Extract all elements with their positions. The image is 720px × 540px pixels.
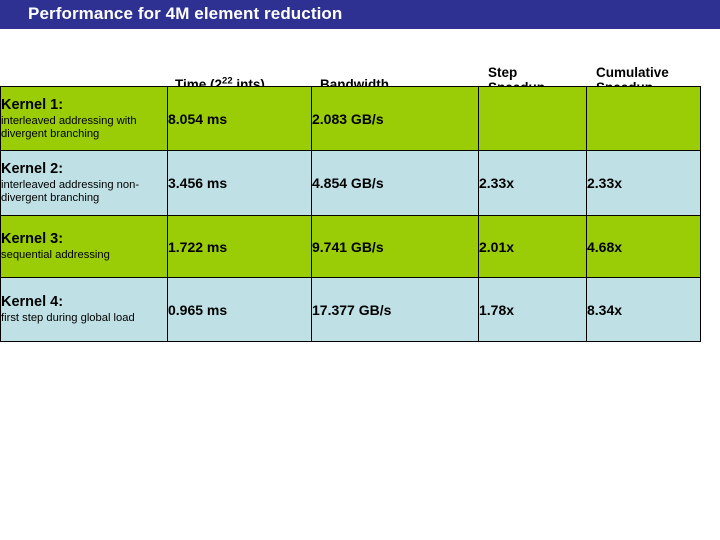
cell-bandwidth: 17.377 GB/s xyxy=(311,277,479,342)
performance-table: Kernel 1: interleaved addressing with di… xyxy=(0,86,701,342)
column-header-step-speedup-line1: Step xyxy=(488,65,518,80)
cell-kernel: Kernel 3: sequential addressing xyxy=(0,215,168,278)
kernel-description: interleaved addressing with divergent br… xyxy=(1,114,137,140)
cell-cumulative-speedup: 2.33x xyxy=(586,150,701,216)
cell-step-speedup: 2.33x xyxy=(478,150,587,216)
table-row: Kernel 2: interleaved addressing non-div… xyxy=(0,150,701,216)
cell-step-speedup: 2.01x xyxy=(478,215,587,278)
table-row: Kernel 4: first step during global load … xyxy=(0,277,701,342)
table-row: Kernel 3: sequential addressing 1.722 ms… xyxy=(0,215,701,278)
kernel-title: Kernel 2: xyxy=(1,161,64,177)
kernel-title: Kernel 4: xyxy=(1,294,64,310)
cell-time: 3.456 ms xyxy=(167,150,312,216)
cell-step-speedup xyxy=(478,86,587,151)
slide-title-bar: Performance for 4M element reduction xyxy=(0,0,720,29)
cell-kernel: Kernel 1: interleaved addressing with di… xyxy=(0,86,168,151)
column-header-time-exponent: 22 xyxy=(222,75,233,87)
column-header-cumulative-speedup-line1: Cumulative xyxy=(596,65,669,80)
cell-cumulative-speedup: 8.34x xyxy=(586,277,701,342)
cell-time: 0.965 ms xyxy=(167,277,312,342)
kernel-title: Kernel 3: xyxy=(1,231,64,247)
cell-bandwidth: 9.741 GB/s xyxy=(311,215,479,278)
cell-cumulative-speedup xyxy=(586,86,701,151)
table-row: Kernel 1: interleaved addressing with di… xyxy=(0,86,701,151)
cell-cumulative-speedup: 4.68x xyxy=(586,215,701,278)
kernel-description: sequential addressing xyxy=(1,249,110,261)
cell-time: 8.054 ms xyxy=(167,86,312,151)
page-title: Performance for 4M element reduction xyxy=(28,4,343,23)
cell-kernel: Kernel 2: interleaved addressing non-div… xyxy=(0,150,168,216)
cell-step-speedup: 1.78x xyxy=(478,277,587,342)
cell-time: 1.722 ms xyxy=(167,215,312,278)
cell-kernel: Kernel 4: first step during global load xyxy=(0,277,168,342)
kernel-description: interleaved addressing non-divergent bra… xyxy=(1,179,140,204)
kernel-description: first step during global load xyxy=(1,312,135,324)
cell-bandwidth: 4.854 GB/s xyxy=(311,150,479,216)
table-column-headers: Time (222 ints) Bandwidth Step Speedup C… xyxy=(0,30,720,95)
cell-bandwidth: 2.083 GB/s xyxy=(311,86,479,151)
kernel-title: Kernel 1: xyxy=(1,96,64,113)
